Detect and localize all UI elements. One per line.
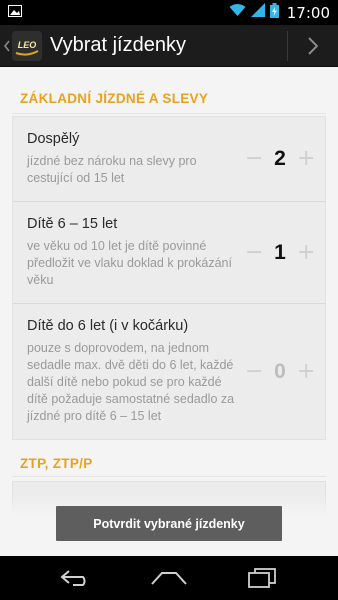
fare-title: Dítě 6 – 15 let [27, 216, 118, 232]
home-icon[interactable] [147, 563, 191, 593]
increase-button[interactable]: + [297, 360, 315, 383]
decrease-button[interactable]: − [245, 148, 263, 170]
fare-row-child-under-6: Dítě do 6 let (i v kočárku) pouze s dopr… [13, 304, 325, 439]
increase-button[interactable]: + [297, 241, 315, 264]
section-header-ztp: ZTP, ZTP/P [20, 456, 93, 471]
section-divider [12, 476, 326, 477]
fare-description: jízdné bez nároku na slevy pro cestující… [27, 154, 197, 185]
quantity-value: 0 [274, 359, 286, 383]
section-header-basic-fares: ZÁKLADNÍ JÍZDNÉ A SLEVY [20, 91, 209, 106]
fare-description: pouze s doprovodem, na jednom sedadle ma… [27, 341, 235, 423]
fare-card: Dospělý jízdné bez nároku na slevy pro c… [12, 116, 326, 440]
fare-title: Dospělý [27, 131, 80, 147]
increase-button[interactable]: + [297, 148, 315, 170]
quantity-stepper: − 0 + [245, 360, 315, 384]
fare-row-adult: Dospělý jízdné bez nároku na slevy pro c… [13, 117, 325, 202]
next-chevron-icon[interactable] [288, 25, 338, 67]
fare-title: Dítě do 6 let (i v kočárku) [27, 318, 189, 334]
status-time: 17:00 [286, 3, 330, 22]
quantity-stepper: − 2 + [245, 147, 315, 171]
status-bar: 17:00 [0, 0, 338, 25]
section-divider [12, 113, 326, 114]
quantity-value: 1 [274, 240, 286, 264]
action-bar: LEO Vybrat jízdenky [0, 25, 338, 67]
quantity-stepper: − 1 + [245, 241, 315, 265]
logo-text: LEO [18, 40, 37, 50]
confirm-selected-tickets-button[interactable]: Potvrdit vybrané jízdenky [56, 506, 282, 541]
fare-description: ve věku od 10 let je dítě povinné předlo… [27, 239, 232, 287]
decrease-button[interactable]: − [245, 241, 263, 264]
battery-charging-icon [269, 2, 279, 23]
navigation-bar [0, 556, 338, 600]
wifi-icon [229, 3, 246, 22]
quantity-value: 2 [274, 147, 286, 170]
ticket-selection-list[interactable]: ZÁKLADNÍ JÍZDNÉ A SLEVY Dospělý jízdné b… [0, 67, 338, 556]
app-logo[interactable]: LEO [12, 30, 42, 61]
signal-icon [250, 3, 265, 22]
photo-notification-icon [8, 4, 22, 22]
back-icon[interactable] [54, 563, 98, 593]
fare-row-child-6-15: Dítě 6 – 15 let ve věku od 10 let je dít… [13, 202, 325, 304]
decrease-button[interactable]: − [245, 360, 263, 383]
recent-apps-icon[interactable] [240, 563, 284, 593]
up-chevron-icon[interactable] [0, 25, 10, 67]
page-title: Vybrat jízdenky [50, 34, 186, 56]
